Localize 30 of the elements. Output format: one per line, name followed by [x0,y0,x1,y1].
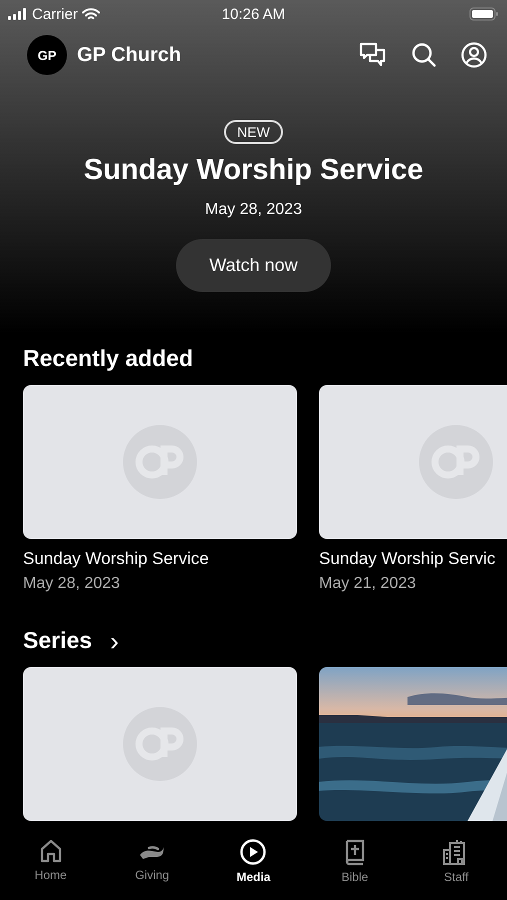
carrier-name: Carrier [32,6,78,22]
section-title: Recently added [23,345,193,372]
battery-icon [469,7,499,21]
thumbnail-placeholder[interactable] [23,385,297,539]
wifi-icon [82,8,100,20]
tab-item[interactable]: Home [10,838,91,900]
tab-item[interactable]: Media [213,838,294,900]
watch-now-button[interactable]: Watch now [176,239,331,292]
search-icon[interactable] [411,42,437,68]
thumbnail-placeholder[interactable] [23,667,297,821]
media-title[interactable]: Sunday Worship Servic [319,549,496,569]
church-name: GP Church [77,44,182,66]
tab-item[interactable]: Giving [112,838,192,900]
featured-date: May 28, 2023 [205,201,302,219]
signal-icon [8,8,28,20]
play-icon [239,838,268,866]
chat-icon[interactable] [359,42,387,68]
chevron[interactable]: › [110,628,119,654]
featured-title: Sunday Worship Service [84,154,424,187]
church-logo[interactable]: GP [27,35,67,75]
home-icon [38,838,63,864]
new-badge: NEW [224,120,283,144]
tab-item[interactable]: Staff [416,838,496,900]
media-date: May 28, 2023 [23,575,120,593]
tab-item[interactable]: Bible [314,838,395,900]
profile-icon[interactable] [461,42,487,68]
media-date: May 21, 2023 [319,575,416,593]
section-title[interactable]: Series [23,627,92,654]
media-title[interactable]: Sunday Worship Service [23,549,209,569]
status-time: 10:26 AM [222,6,286,22]
